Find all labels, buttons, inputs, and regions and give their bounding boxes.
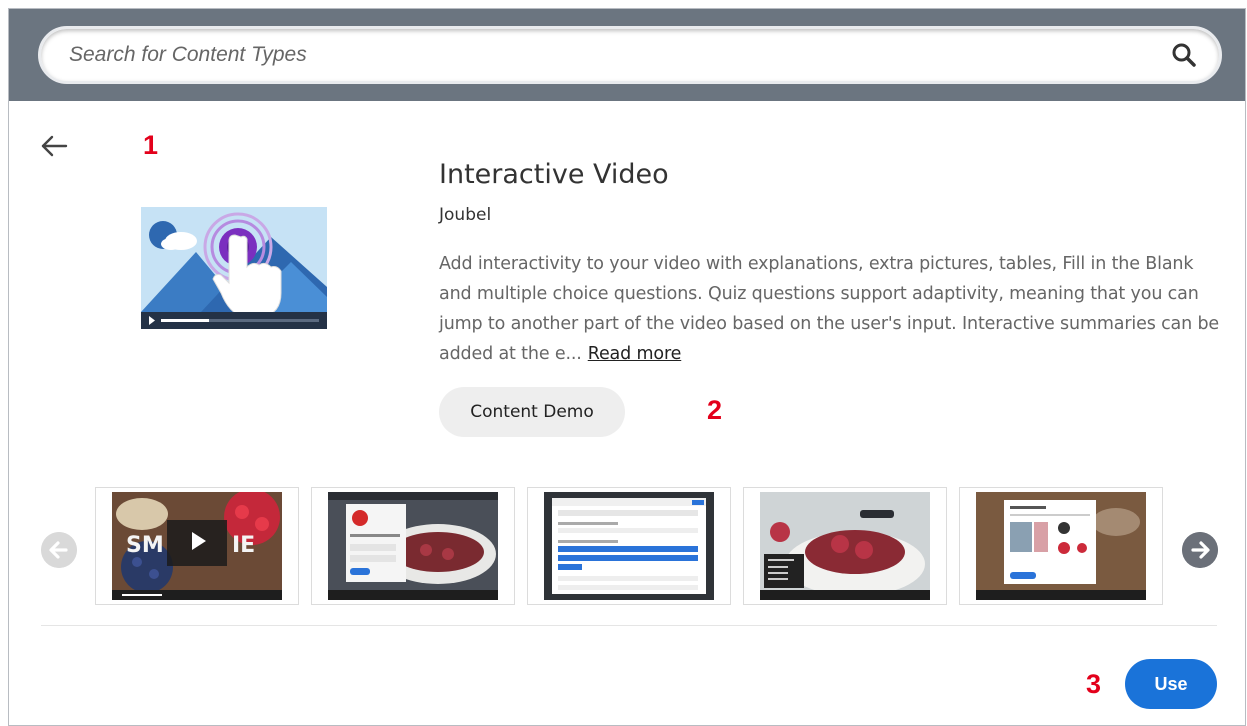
content-demo-button[interactable]: Content Demo xyxy=(439,387,625,437)
carousel-next-icon[interactable] xyxy=(1182,532,1218,568)
callout-2: 2 xyxy=(707,395,723,425)
screenshot-thumbnail-3[interactable] xyxy=(527,487,731,605)
screenshot-thumbnail-4[interactable] xyxy=(743,487,947,605)
description-text: Add interactivity to your video with exp… xyxy=(439,254,1220,364)
screenshot-thumbnail-1[interactable]: SM IE xyxy=(95,487,299,605)
content-type-detail-panel: 1 Interactive Video Joubel Add interacti… xyxy=(8,8,1246,726)
read-more-link[interactable]: Read more xyxy=(588,344,682,364)
search-input[interactable] xyxy=(69,29,1149,81)
search-header xyxy=(9,9,1245,101)
screenshot-thumbnail-2[interactable] xyxy=(311,487,515,605)
thumb-overlay-text-1: SM xyxy=(126,533,164,558)
callout-1: 1 xyxy=(143,130,159,160)
search-box xyxy=(38,26,1222,84)
carousel-prev-icon[interactable] xyxy=(41,532,77,568)
footer-divider xyxy=(41,625,1217,626)
content-type-author: Joubel xyxy=(439,205,492,225)
content-type-description: Add interactivity to your video with exp… xyxy=(439,249,1229,369)
use-button[interactable]: Use xyxy=(1125,659,1217,709)
callout-3: 3 xyxy=(1086,669,1102,699)
search-icon[interactable] xyxy=(1171,42,1197,68)
interactive-video-icon xyxy=(141,207,327,329)
screenshot-thumbnail-5[interactable] xyxy=(959,487,1163,605)
content-type-title: Interactive Video xyxy=(439,159,669,190)
back-arrow-icon[interactable] xyxy=(39,131,69,161)
thumb-overlay-text-2: IE xyxy=(232,533,255,558)
